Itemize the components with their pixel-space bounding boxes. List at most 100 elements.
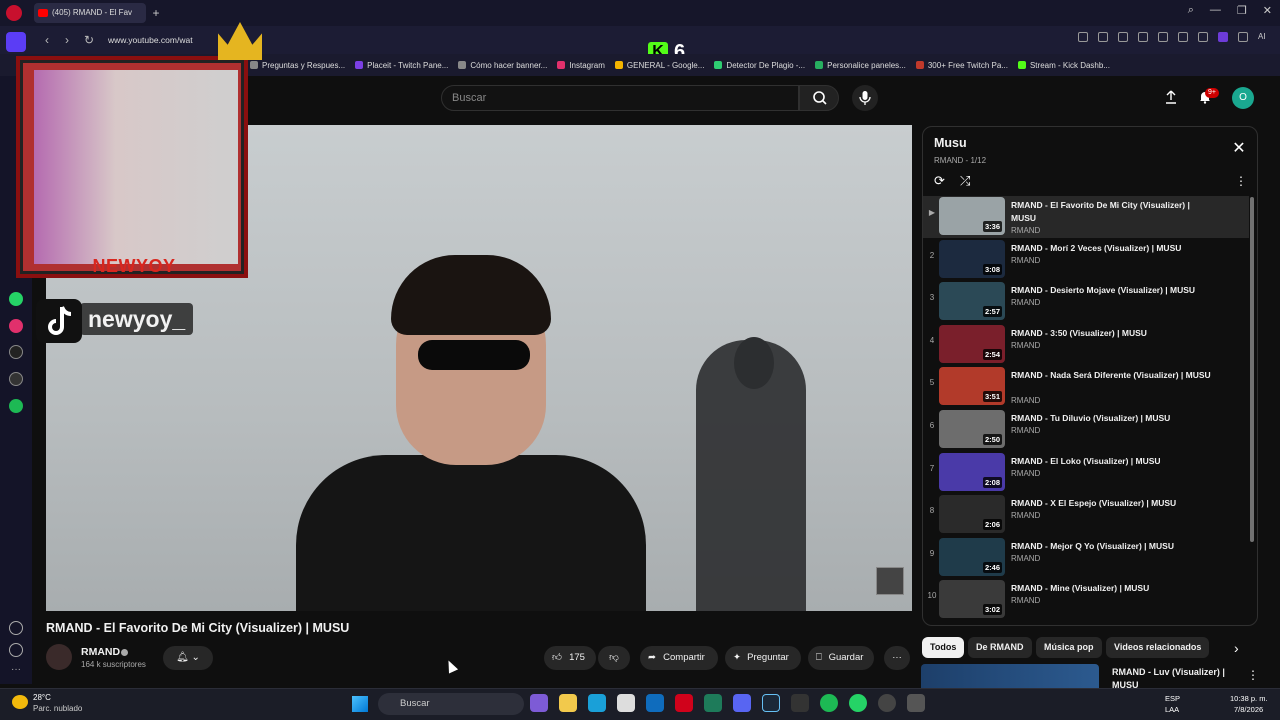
chevron-right-icon[interactable]: ›: [1234, 640, 1250, 656]
chip-from-channel[interactable]: De RMAND: [968, 637, 1032, 658]
playlist-item-thumbnail[interactable]: 2:06: [939, 495, 1005, 534]
more-actions-button[interactable]: ···: [884, 646, 910, 670]
playlist-item-thumbnail[interactable]: 2:57: [939, 282, 1005, 321]
playlist-item-thumbnail[interactable]: 3:36: [939, 197, 1005, 235]
clock-time[interactable]: 10:38 p. m.: [1230, 694, 1268, 703]
playlist-item-title[interactable]: RMAND - Mejor Q Yo (Visualizer) | MUSU: [1011, 540, 1211, 553]
playlist-item-title[interactable]: RMAND - Mine (Visualizer) | MUSU: [1011, 582, 1211, 595]
chip-pop-music[interactable]: Música pop: [1036, 637, 1102, 658]
close-icon[interactable]: ✕: [1231, 141, 1247, 157]
opera-logo-icon[interactable]: [6, 5, 22, 21]
playlist-item[interactable]: ▶ 3:36 RMAND - El Favorito De Mi City (Vis…: [923, 196, 1249, 238]
keyboard-layout[interactable]: LAA: [1165, 705, 1179, 714]
like-button[interactable]: 👍︎ 175: [544, 646, 596, 670]
edit-icon[interactable]: [1078, 32, 1088, 42]
maximize-button[interactable]: ❐: [1237, 4, 1247, 17]
bookmark-item[interactable]: Placeit - Twitch Pane...: [355, 61, 448, 70]
reload-button[interactable]: ↻: [80, 31, 98, 49]
history-icon[interactable]: [9, 643, 23, 657]
heart-icon[interactable]: [9, 621, 23, 635]
playlist-item-thumbnail[interactable]: 2:54: [939, 324, 1005, 363]
bookmark-item[interactable]: Cómo hacer banner...: [458, 61, 547, 70]
heart-icon[interactable]: [1158, 32, 1168, 42]
forward-button[interactable]: ›: [58, 31, 76, 49]
bookmark-item[interactable]: GENERAL - Google...: [614, 61, 704, 70]
clock-date[interactable]: 7/8/2026: [1234, 705, 1263, 714]
tiktok-icon[interactable]: [9, 345, 23, 359]
windows-start-icon[interactable]: [352, 696, 368, 712]
search-button[interactable]: [799, 85, 839, 111]
account-avatar[interactable]: O: [1232, 87, 1254, 109]
shield-icon[interactable]: [1118, 32, 1128, 42]
taskbar-search[interactable]: Buscar: [378, 693, 524, 715]
weather-temperature[interactable]: 28°C: [33, 693, 51, 702]
subscription-bell-button[interactable]: 🔔︎ ⌄: [163, 646, 213, 670]
bookmark-item[interactable]: Stream - Kick Dashb...: [1017, 61, 1110, 70]
widgets-icon[interactable]: [530, 694, 548, 712]
settings-icon[interactable]: [1238, 32, 1248, 42]
play-icon[interactable]: [1138, 32, 1148, 42]
playlist-item-thumbnail[interactable]: 2:46: [939, 537, 1005, 576]
camera-icon[interactable]: [1098, 32, 1108, 42]
playlist-item[interactable]: 8 2:06 RMAND - X El Espejo (Visualizer) | …: [923, 494, 1249, 536]
bookmark-item[interactable]: Instagram: [557, 61, 605, 70]
playlist-item[interactable]: 5 3:51 RMAND - Nada Será Diferente (Visual…: [923, 366, 1249, 408]
ask-button[interactable]: ✦ Preguntar: [725, 646, 801, 670]
upload-icon[interactable]: [1164, 90, 1178, 104]
playlist-item[interactable]: 7 2:08 RMAND - El Loko (Visualizer) | MUSU…: [923, 452, 1249, 494]
playlist-item-thumbnail[interactable]: 3:51: [939, 367, 1005, 406]
app-icon[interactable]: [704, 694, 722, 712]
playlist-item[interactable]: 9 2:46 RMAND - Mejor Q Yo (Visualizer) | M…: [923, 537, 1249, 579]
live-icon[interactable]: [907, 694, 925, 712]
related-video-thumbnail[interactable]: [921, 664, 1099, 689]
related-video-menu-icon[interactable]: ⋮: [1247, 668, 1259, 682]
url-field[interactable]: www.youtube.com/wat: [108, 33, 218, 47]
dislike-button[interactable]: 👎︎: [598, 646, 630, 670]
channel-name[interactable]: RMAND: [81, 646, 120, 658]
playlist-item-title[interactable]: RMAND - Nada Será Diferente (Visualizer)…: [1011, 369, 1211, 382]
bookmark-item[interactable]: 300+ Free Twitch Pa...: [915, 61, 1008, 70]
discord-icon[interactable]: [733, 694, 751, 712]
weather-icon[interactable]: [12, 695, 28, 709]
playlist-item[interactable]: 4 2:54 RMAND - 3:50 (Visualizer) | MUSU RMA…: [923, 324, 1249, 366]
playlist-item-thumbnail[interactable]: 2:50: [939, 410, 1005, 448]
playlist-item-title[interactable]: RMAND - El Loko (Visualizer) | MUSU: [1011, 455, 1211, 468]
bookmark-item[interactable]: Personalice paneles...: [815, 61, 906, 70]
playlist-item[interactable]: 6 2:50 RMAND - Tu Diluvio (Visualizer) | M…: [923, 409, 1249, 451]
playlist-menu-icon[interactable]: ⋮: [1235, 173, 1247, 189]
minimize-button[interactable]: —: [1210, 4, 1221, 17]
playlist-item-thumbnail[interactable]: 3:02: [939, 580, 1005, 619]
outlook-icon[interactable]: [646, 694, 664, 712]
playlist-item-thumbnail[interactable]: 2:08: [939, 452, 1005, 491]
edge-icon[interactable]: [588, 694, 606, 712]
shuffle-icon[interactable]: ⤮: [960, 173, 976, 189]
playlist-item-title[interactable]: RMAND - El Favorito De Mi City (Visualiz…: [1011, 199, 1211, 224]
home-icon[interactable]: [6, 32, 26, 52]
playlist-item-title[interactable]: RMAND - Tu Diluvio (Visualizer) | MUSU: [1011, 412, 1211, 425]
chip-all[interactable]: Todos: [922, 637, 965, 658]
file-explorer-icon[interactable]: [559, 694, 577, 712]
playlist-item-title[interactable]: RMAND - 3:50 (Visualizer) | MUSU: [1011, 327, 1211, 340]
loop-icon[interactable]: ⟳: [934, 173, 950, 189]
new-tab-button[interactable]: +: [148, 5, 164, 21]
keyboard-language[interactable]: ESP: [1165, 694, 1180, 703]
obs-icon[interactable]: [878, 694, 896, 712]
chip-related-videos[interactable]: Videos relacionados: [1106, 637, 1210, 658]
more-icon[interactable]: ···: [9, 665, 23, 679]
playlist-item-title[interactable]: RMAND - X El Espejo (Visualizer) | MUSU: [1011, 497, 1211, 510]
playlist-item[interactable]: 10 3:02 RMAND - Mine (Visualizer) | MUSU RM…: [923, 579, 1249, 621]
channel-watermark-icon[interactable]: [876, 567, 904, 595]
playlist-item-thumbnail[interactable]: 3:08: [939, 239, 1005, 278]
spotify-icon[interactable]: [820, 694, 838, 712]
whatsapp-icon[interactable]: [9, 292, 23, 306]
weather-description[interactable]: Parc. nublado: [33, 704, 82, 713]
share-button[interactable]: ➦ Compartir: [640, 646, 718, 670]
voice-search-button[interactable]: [852, 85, 878, 111]
browser-tab[interactable]: (405) RMAND - El Fav: [34, 3, 146, 23]
playlist-title[interactable]: Musu: [934, 136, 967, 150]
save-button[interactable]: ⎕ Guardar: [808, 646, 874, 670]
download-icon[interactable]: [1178, 32, 1188, 42]
search-tabs-icon[interactable]: ⌕: [1188, 4, 1194, 17]
epic-games-icon[interactable]: [791, 694, 809, 712]
store-icon[interactable]: [617, 694, 635, 712]
